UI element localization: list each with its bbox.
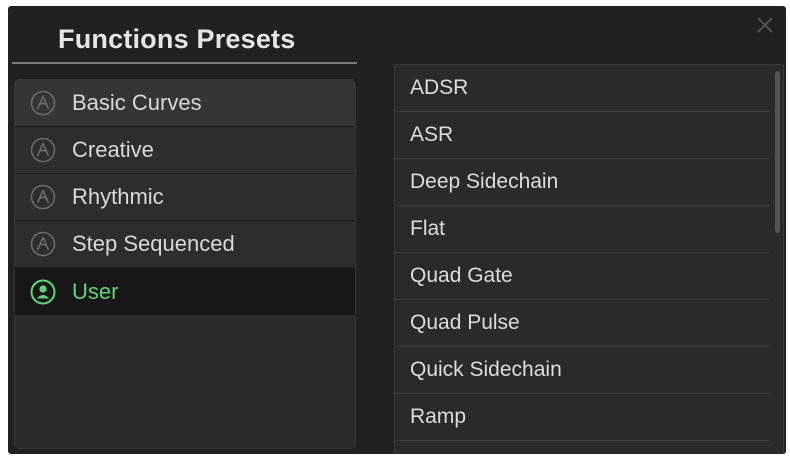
preset-label: ASR: [410, 123, 454, 146]
preset-label: Quad Pulse: [410, 311, 520, 334]
arturia-logo-icon: [30, 184, 56, 210]
preset-label: ADSR: [410, 76, 469, 99]
preset-label: Quad Gate: [410, 264, 513, 287]
preset-label: Deep Sidechain: [410, 170, 559, 193]
close-icon: [757, 17, 773, 33]
category-label: Rhythmic: [72, 184, 164, 209]
preset-list: ADSR ASR Deep Sidechain Flat Quad Gate Q…: [394, 64, 784, 454]
category-label: Basic Curves: [72, 90, 202, 115]
arturia-logo-icon: [30, 90, 56, 116]
arturia-logo-icon: [30, 231, 56, 257]
preset-item-quad-gate[interactable]: Quad Gate: [395, 253, 769, 300]
category-label: User: [72, 278, 119, 304]
preset-label: Flat: [410, 217, 446, 240]
preset-label: Quick Sidechain: [410, 358, 562, 381]
close-button[interactable]: [754, 14, 776, 36]
arturia-logo-icon: [30, 137, 56, 163]
category-item-creative[interactable]: Creative: [15, 127, 355, 174]
preset-list-scrollbar[interactable]: [775, 71, 780, 233]
title-underline: [12, 62, 357, 64]
category-label: Step Sequenced: [72, 231, 235, 256]
category-item-step-sequenced[interactable]: Step Sequenced: [15, 221, 355, 268]
category-list: Basic Curves Creative Rhythmic Step Sequ…: [14, 79, 356, 449]
category-item-user[interactable]: User: [15, 268, 355, 315]
preset-item-flat[interactable]: Flat: [395, 206, 769, 253]
user-icon: [30, 279, 56, 304]
preset-item-asr[interactable]: ASR: [395, 112, 769, 159]
preset-item-adsr[interactable]: ADSR: [395, 65, 769, 112]
functions-presets-dialog: Functions Presets Basic Curves Creative: [8, 6, 786, 454]
preset-item-quick-sidechain[interactable]: Quick Sidechain: [395, 347, 769, 394]
dialog-title: Functions Presets: [58, 24, 296, 54]
category-item-basic-curves[interactable]: Basic Curves: [15, 80, 355, 127]
preset-item-quad-pulse[interactable]: Quad Pulse: [395, 300, 769, 347]
preset-item-deep-sidechain[interactable]: Deep Sidechain: [395, 159, 769, 206]
preset-label: Ramp: [410, 405, 467, 428]
preset-item-ramp[interactable]: Ramp: [395, 394, 769, 441]
category-item-rhythmic[interactable]: Rhythmic: [15, 174, 355, 221]
category-label: Creative: [72, 137, 154, 162]
